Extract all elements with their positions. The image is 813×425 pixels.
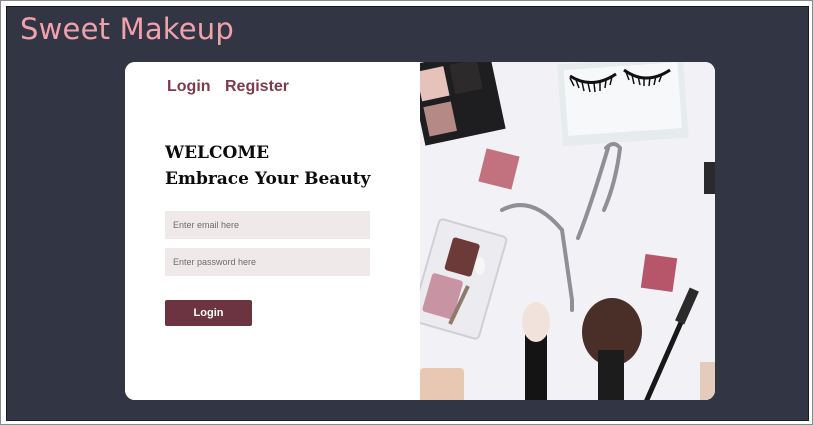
- hero-image: [408, 62, 715, 400]
- false-lashes-icon: [557, 62, 689, 147]
- window-frame: Sweet Makeup Login Register WELCOME Embr…: [0, 0, 813, 425]
- login-card: Login Register WELCOME Embrace Your Beau…: [125, 62, 715, 400]
- makeup-photo: [408, 62, 715, 400]
- login-panel: Login Register WELCOME Embrace Your Beau…: [125, 62, 420, 400]
- password-field[interactable]: [165, 248, 370, 276]
- welcome-title: WELCOME: [165, 143, 270, 163]
- welcome-subtitle: Embrace Your Beauty: [165, 169, 371, 189]
- login-button[interactable]: Login: [165, 300, 252, 326]
- site-title: Sweet Makeup: [20, 12, 234, 46]
- email-field[interactable]: [165, 211, 370, 239]
- page-background: Sweet Makeup Login Register WELCOME Embr…: [6, 6, 809, 421]
- nav-login-link[interactable]: Login: [167, 78, 211, 96]
- welcome-heading: WELCOME Embrace Your Beauty: [165, 140, 370, 192]
- nav-register-link[interactable]: Register: [225, 78, 289, 96]
